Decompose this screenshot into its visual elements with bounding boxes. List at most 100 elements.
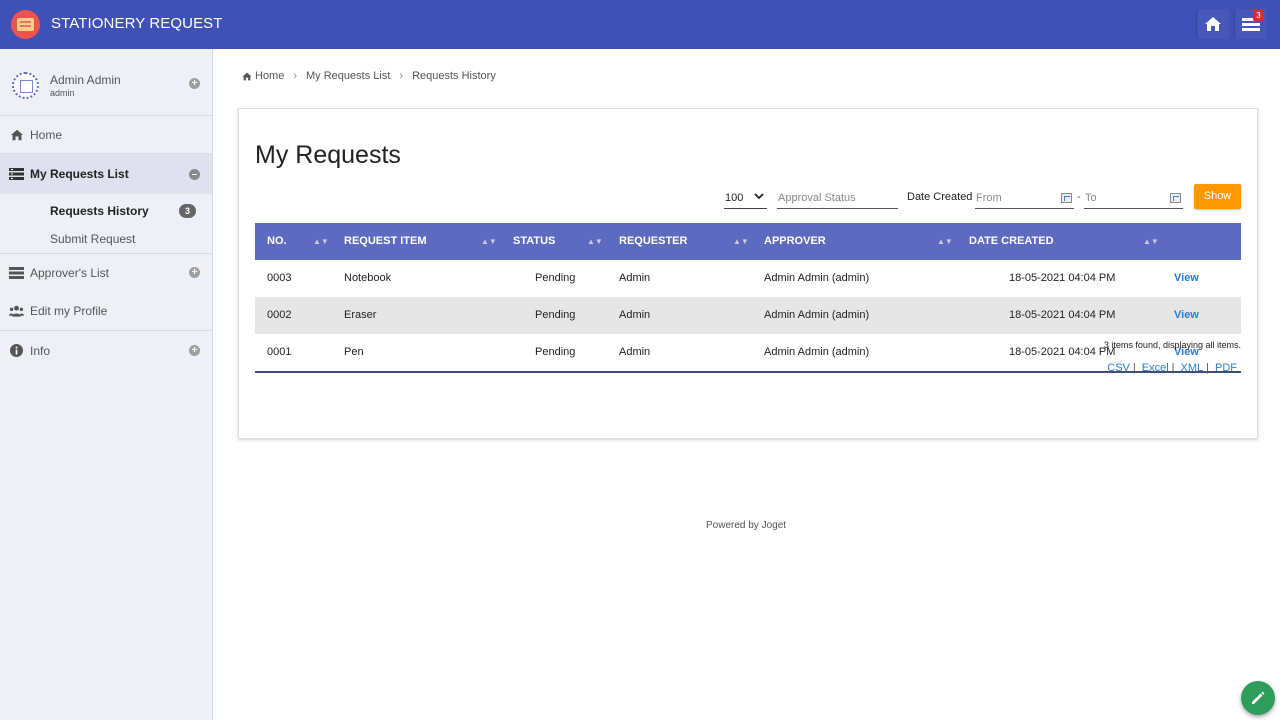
show-button[interactable]: Show [1194,184,1241,209]
page-size-value: 100 [725,191,744,204]
cell-date-created: 18-05-2021 04:04 PM [1009,272,1116,284]
cell-requester: Admin [619,272,651,284]
edit-fab-button[interactable] [1241,681,1275,715]
date-created-label: Date Created [907,191,973,203]
cell-approver: Admin Admin (admin) [764,346,870,358]
sort-icon[interactable]: ▲▼ [937,223,953,260]
chevron-right-icon: › [293,70,298,82]
cell-status: Pending [535,309,576,321]
top-bar: STATIONERY REQUEST 3 [0,0,1280,49]
sidebar-item-home[interactable]: Home [0,117,212,154]
column-header-requester[interactable]: REQUESTER [619,223,687,260]
home-icon [242,72,252,80]
chevron-down-icon [754,193,764,200]
users-icon [9,304,24,318]
user-role: admin [50,88,75,98]
cell-approver: Admin Admin (admin) [764,272,870,284]
expand-profile-icon[interactable]: + [189,78,200,89]
home-button[interactable] [1197,9,1229,39]
column-header-no[interactable]: NO. [267,223,287,260]
cell-no: 0002 [267,309,292,321]
cell-request-item: Pen [344,346,364,358]
sidebar-item-label: Edit my Profile [30,303,108,318]
pencil-icon [1252,691,1265,704]
requests-panel: My Requests 100 Approval Status Date Cre… [238,108,1258,439]
list-icon [9,167,24,181]
user-name: Admin Admin [50,73,121,87]
cell-approver: Admin Admin (admin) [764,309,870,321]
breadcrumb: Home › My Requests List › Requests Histo… [242,70,496,82]
export-excel-link[interactable]: Excel [1142,362,1169,374]
table-row: 0001 Pen Pending Admin Admin Admin (admi… [255,334,1241,371]
requests-table: NO. ▲▼ REQUEST ITEM ▲▼ STATUS ▲▼ REQUEST… [255,223,1241,374]
date-to-placeholder: To [1085,191,1097,204]
user-profile[interactable]: Admin Admin admin + [0,49,212,116]
app-logo-icon [11,10,40,39]
collapse-icon[interactable]: – [189,169,200,180]
list-icon [9,266,24,280]
page-title: My Requests [255,141,401,169]
sidebar-item-my-requests[interactable]: My Requests List – [0,154,212,194]
info-icon [9,344,24,358]
inbox-button[interactable]: 3 [1235,9,1267,39]
export-pdf-link[interactable]: PDF [1215,362,1237,374]
table-header: NO. ▲▼ REQUEST ITEM ▲▼ STATUS ▲▼ REQUEST… [255,223,1241,260]
column-header-status[interactable]: STATUS [513,223,555,260]
cell-no: 0001 [267,346,292,358]
sort-icon[interactable]: ▲▼ [587,223,603,260]
date-to-input[interactable]: To [1084,187,1183,209]
date-range-dash: - [1077,191,1081,203]
date-from-placeholder: From [976,191,1002,204]
sidebar-item-label: Info [30,343,51,358]
export-xml-link[interactable]: XML [1181,362,1204,374]
home-icon [9,128,24,142]
items-found-text: 3 items found, displaying all items. [1103,340,1241,350]
expand-icon[interactable]: + [189,267,200,278]
app-title: STATIONERY REQUEST [51,15,223,32]
sidebar-item-label: Approver's List [30,265,109,280]
inbox-count-badge: 3 [1253,10,1264,21]
home-icon [1205,17,1221,31]
approval-status-input[interactable]: Approval Status [777,187,898,209]
table-bottom-border [255,371,1241,373]
export-links: CSV | Excel | XML | PDF [1107,362,1237,374]
calendar-icon[interactable] [1061,193,1072,203]
view-link[interactable]: View [1174,260,1199,297]
chevron-right-icon: › [399,70,404,82]
breadcrumb-requests-history: Requests History [412,70,496,82]
cell-date-created: 18-05-2021 04:04 PM [1009,309,1116,321]
sidebar-item-edit-profile[interactable]: Edit my Profile [0,292,212,329]
sort-icon[interactable]: ▲▼ [733,223,749,260]
breadcrumb-my-requests[interactable]: My Requests List [306,70,390,82]
date-from-input[interactable]: From [975,187,1074,209]
cell-request-item: Eraser [344,309,377,321]
sidebar-item-label: Home [30,128,63,142]
cell-requester: Admin [619,346,651,358]
cell-requester: Admin [619,309,651,321]
approval-status-placeholder: Approval Status [778,191,856,204]
avatar [12,72,39,99]
sidebar-item-info[interactable]: Info + [0,331,212,370]
sort-icon[interactable]: ▲▼ [481,223,497,260]
history-count-badge: 3 [179,204,196,218]
sort-icon[interactable]: ▲▼ [313,223,329,260]
column-header-date-created[interactable]: DATE CREATED [969,223,1054,260]
sort-icon[interactable]: ▲▼ [1143,223,1159,260]
column-header-request-item[interactable]: REQUEST ITEM [344,223,427,260]
sidebar-item-approvers[interactable]: Approver's List + [0,254,212,291]
table-row: 0002 Eraser Pending Admin Admin Admin (a… [255,297,1241,334]
sidebar-subitem-requests-history[interactable]: Requests History [50,204,149,218]
breadcrumb-home[interactable]: Home [255,70,284,82]
cell-no: 0003 [267,272,292,284]
sidebar: Admin Admin admin + Home My Requests Lis… [0,49,213,720]
page-size-select[interactable]: 100 [724,187,767,209]
expand-icon[interactable]: + [189,345,200,356]
column-header-approver[interactable]: APPROVER [764,223,826,260]
calendar-icon[interactable] [1170,193,1181,203]
view-link[interactable]: View [1174,297,1199,334]
cell-status: Pending [535,272,576,284]
cell-date-created: 18-05-2021 04:04 PM [1009,346,1116,358]
export-csv-link[interactable]: CSV [1107,362,1130,374]
sidebar-subitem-submit-request[interactable]: Submit Request [50,232,135,246]
table-row: 0003 Notebook Pending Admin Admin Admin … [255,260,1241,297]
